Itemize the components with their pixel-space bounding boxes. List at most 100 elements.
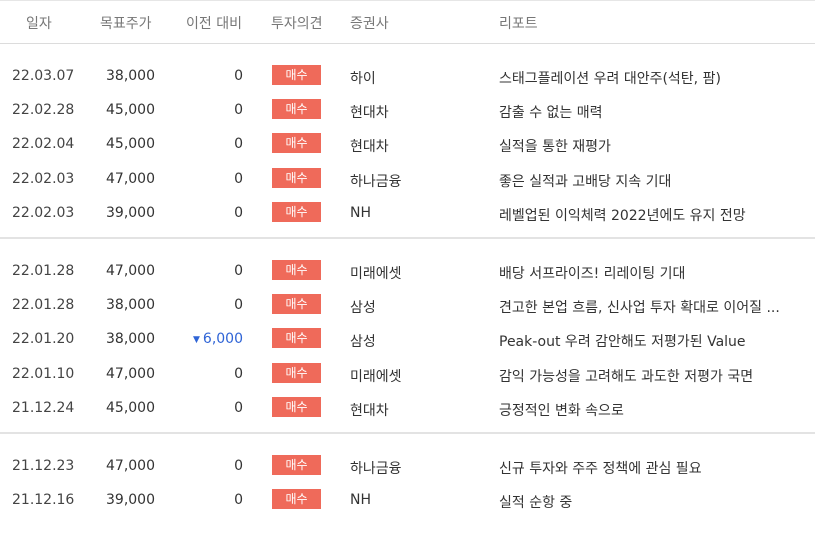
table-row[interactable]: 22.01.20 38,000 ▼ 6,000 매수 삼성 Peak-out 우려 감안해도… xyxy=(0,322,815,356)
report-link[interactable]: 긍정적인 변화 속으로 xyxy=(499,400,811,420)
opinion-badge: 매수 xyxy=(272,133,321,154)
row-change: ▼ 6,000 xyxy=(170,331,243,347)
row-change: 0 xyxy=(170,297,243,313)
table-row[interactable]: 22.02.03 39,000 0 매수 NH 레벨업된 이익체력 2022년에도 유지 … xyxy=(0,196,815,230)
row-date: 22.01.10 xyxy=(12,365,75,382)
table-row[interactable]: 21.12.24 45,000 0 매수 현대차 긍정적인 변화 속으로 xyxy=(0,391,815,425)
row-target-price: 47,000 xyxy=(106,457,155,474)
row-target-price: 45,000 xyxy=(106,399,155,416)
report-link[interactable]: 감익 가능성을 고려해도 과도한 저평가 국면 xyxy=(499,366,811,386)
row-change-value: 0 xyxy=(234,170,243,187)
row-date: 22.02.04 xyxy=(12,136,75,153)
opinion-badge: 매수 xyxy=(272,396,321,417)
report-link[interactable]: 스태그플레이션 우려 대안주(석탄, 팜) xyxy=(499,68,811,88)
report-link[interactable]: 견고한 본업 흐름, 신사업 투자 확대로 이어질 ... xyxy=(499,297,811,317)
row-date: 21.12.24 xyxy=(12,399,75,416)
report-link[interactable]: 레벨업된 이익체력 2022년에도 유지 전망 xyxy=(499,205,811,225)
down-arrow-icon: ▼ xyxy=(192,335,200,346)
row-date: 22.02.03 xyxy=(12,204,75,221)
row-date: 22.01.28 xyxy=(12,262,75,279)
opinion-badge: 매수 xyxy=(272,99,321,120)
row-broker: 현대차 xyxy=(350,105,389,122)
row-change-value: 0 xyxy=(234,399,243,416)
header-report: 리포트 xyxy=(499,16,538,32)
row-broker: 미래에셋 xyxy=(350,368,402,385)
report-link[interactable]: 신규 투자와 주주 정책에 관심 필요 xyxy=(499,458,811,478)
row-target-price: 47,000 xyxy=(106,365,155,382)
row-change-value: 0 xyxy=(234,68,243,84)
row-change: 0 xyxy=(170,102,243,118)
row-target-price: 38,000 xyxy=(106,297,155,314)
header-target-price: 목표주가 xyxy=(100,16,152,32)
table-row[interactable]: 22.01.10 47,000 0 매수 미래에셋 감익 가능성을 고려해도 과도한 저평… xyxy=(0,357,815,391)
opinion-badge: 매수 xyxy=(272,201,321,222)
row-change-value: 0 xyxy=(234,136,243,153)
row-target-price: 45,000 xyxy=(106,136,155,153)
row-change-value: 0 xyxy=(234,262,243,279)
row-target-price: 47,000 xyxy=(106,262,155,279)
row-broker: 하나금융 xyxy=(350,173,402,190)
row-target-price: 39,000 xyxy=(106,492,155,509)
table-row[interactable]: 21.12.16 39,000 0 매수 NH 실적 순항 중 xyxy=(0,483,815,517)
row-change: 0 xyxy=(170,492,243,508)
header-broker: 증권사 xyxy=(350,16,389,32)
row-target-price: 38,000 xyxy=(106,331,155,348)
row-change-value: 6,000 xyxy=(202,331,243,348)
row-change: 0 xyxy=(170,400,243,416)
row-broker: NH xyxy=(350,492,371,509)
opinion-badge: 매수 xyxy=(272,167,321,188)
row-change: 0 xyxy=(170,366,243,382)
table-row[interactable]: 22.01.28 38,000 0 매수 삼성 견고한 본업 흐름, 신사업 투자 확대로… xyxy=(0,288,815,322)
report-link[interactable]: 감출 수 없는 매력 xyxy=(499,102,811,122)
row-change-value: 0 xyxy=(234,204,243,221)
row-group: 22.03.07 38,000 0 매수 하이 스태그플레이션 우려 대안주(석탄, 팜)… xyxy=(0,44,815,237)
table-row[interactable]: 22.01.28 47,000 0 매수 미래에셋 배당 서프라이즈! 리레이팅 기대 xyxy=(0,254,815,288)
report-link[interactable]: 실적을 통한 재평가 xyxy=(499,136,811,156)
opinion-badge: 매수 xyxy=(272,454,321,475)
report-link[interactable]: 실적 순항 중 xyxy=(499,492,811,512)
row-broker: 미래에셋 xyxy=(350,265,402,282)
header-date: 일자 xyxy=(26,16,52,32)
row-broker: 하이 xyxy=(350,71,376,87)
row-target-price: 39,000 xyxy=(106,204,155,221)
report-link[interactable]: 배당 서프라이즈! 리레이팅 기대 xyxy=(499,263,811,283)
opinion-badge: 매수 xyxy=(272,65,321,85)
table-header: 일자 목표주가 이전 대비 투자의견 증권사 리포트 xyxy=(0,0,815,44)
table-row[interactable]: 21.12.23 47,000 0 매수 하나금융 신규 투자와 주주 정책에 관심 필요 xyxy=(0,449,815,483)
row-date: 22.01.20 xyxy=(12,331,75,348)
row-broker: 현대차 xyxy=(350,402,389,419)
row-broker: 하나금융 xyxy=(350,460,402,477)
row-change-value: 0 xyxy=(234,457,243,474)
row-change-value: 0 xyxy=(234,297,243,314)
row-target-price: 45,000 xyxy=(106,102,155,119)
opinion-badge: 매수 xyxy=(272,294,321,315)
table-row[interactable]: 22.03.07 38,000 0 매수 하이 스태그플레이션 우려 대안주(석탄, 팜) xyxy=(0,59,815,93)
row-change-value: 0 xyxy=(234,492,243,509)
report-table: 일자 목표주가 이전 대비 투자의견 증권사 리포트 22.03.07 38,00… xyxy=(0,0,815,524)
row-change: 0 xyxy=(170,263,243,279)
row-date: 22.03.07 xyxy=(12,68,75,84)
row-broker: NH xyxy=(350,204,371,221)
row-change-value: 0 xyxy=(234,102,243,119)
row-date: 22.01.28 xyxy=(12,297,75,314)
header-opinion: 투자의견 xyxy=(271,16,323,32)
opinion-badge: 매수 xyxy=(272,259,321,280)
opinion-badge: 매수 xyxy=(272,362,321,383)
row-target-price: 38,000 xyxy=(106,68,155,84)
row-date: 22.02.28 xyxy=(12,102,75,119)
table-row[interactable]: 22.02.03 47,000 0 매수 하나금융 좋은 실적과 고배당 지속 기대 xyxy=(0,162,815,196)
row-date: 22.02.03 xyxy=(12,170,75,187)
row-change: 0 xyxy=(170,171,243,187)
row-broker: 현대차 xyxy=(350,139,389,156)
row-broker: 삼성 xyxy=(350,334,376,351)
report-link[interactable]: 좋은 실적과 고배당 지속 기대 xyxy=(499,171,811,191)
row-change-value: 0 xyxy=(234,365,243,382)
table-row[interactable]: 22.02.04 45,000 0 매수 현대차 실적을 통한 재평가 xyxy=(0,127,815,161)
row-change: 0 xyxy=(170,458,243,474)
report-link[interactable]: Peak-out 우려 감안해도 저평가된 Value xyxy=(499,331,811,351)
row-group: 22.01.28 47,000 0 매수 미래에셋 배당 서프라이즈! 리레이팅 기대 22… xyxy=(0,236,815,432)
table-body: 22.03.07 38,000 0 매수 하이 스태그플레이션 우려 대안주(석탄, 팜)… xyxy=(0,44,815,524)
table-row[interactable]: 22.02.28 45,000 0 매수 현대차 감출 수 없는 매력 xyxy=(0,93,815,127)
row-group: 21.12.23 47,000 0 매수 하나금융 신규 투자와 주주 정책에 관심 필요… xyxy=(0,431,815,524)
row-change: 0 xyxy=(170,68,243,84)
